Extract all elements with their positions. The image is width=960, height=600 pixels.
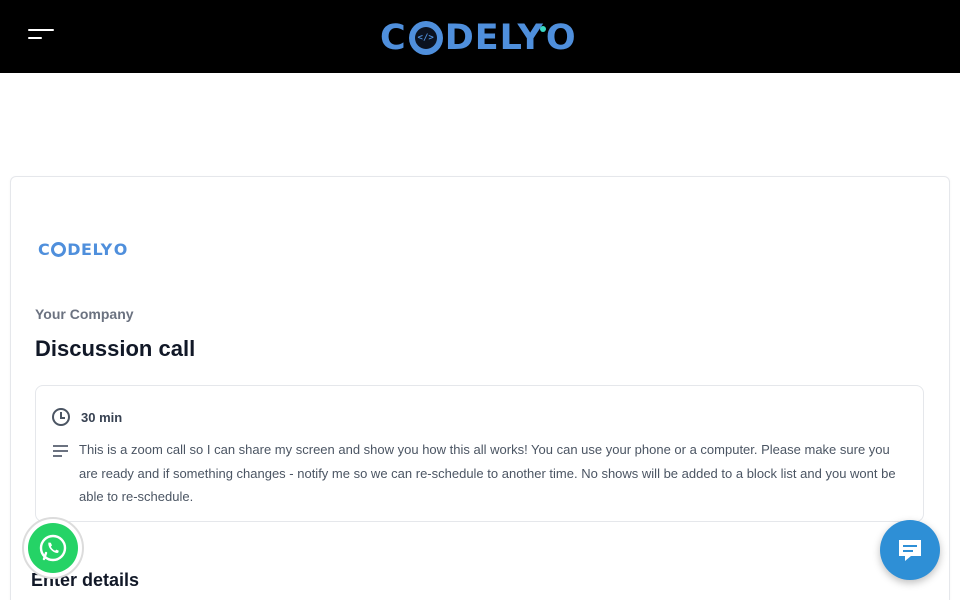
chat-icon xyxy=(899,540,921,561)
brand-logo-letter-o: O xyxy=(545,18,577,58)
company-logo: C DELY O xyxy=(38,240,128,259)
hamburger-menu-icon[interactable] xyxy=(28,29,56,47)
top-bar: C </> DELY O xyxy=(0,0,960,73)
brand-logo-letters: DELY xyxy=(444,18,546,58)
whatsapp-button[interactable] xyxy=(22,517,84,579)
whatsapp-icon xyxy=(28,523,78,573)
event-duration: 30 min xyxy=(81,410,123,425)
clock-icon xyxy=(52,408,70,426)
event-title: Discussion call xyxy=(35,336,196,361)
brand-logo-code-glyph: </> xyxy=(414,27,437,49)
company-name: Your Company xyxy=(35,306,134,322)
text-lines-icon xyxy=(53,445,68,457)
brand-logo-letter-c: C xyxy=(380,18,407,58)
event-description: This is a zoom call so I can share my sc… xyxy=(79,442,896,504)
chat-button[interactable] xyxy=(880,520,940,580)
brand-logo[interactable]: C </> DELY O xyxy=(380,17,580,59)
company-logo-circle xyxy=(51,242,67,257)
brand-logo-code-icon: </> xyxy=(408,21,443,55)
